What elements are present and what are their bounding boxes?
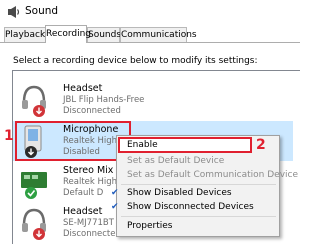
annotation-step-2: 2 (256, 137, 266, 153)
tab-playback[interactable]: Playback (4, 27, 46, 42)
device-name: Headset (63, 206, 103, 217)
device-status: Disconnected (63, 106, 121, 116)
menu-item-set-default-communication-device[interactable]: Set as Default Communication Device (127, 170, 298, 180)
menu-separator (121, 184, 276, 185)
instruction-text: Select a recording device below to modif… (13, 56, 258, 66)
window-title: Sound (25, 5, 59, 17)
device-name: Stereo Mix (63, 165, 114, 176)
menu-item-properties[interactable]: Properties (127, 221, 172, 231)
checkmark-icon: ✔ (111, 188, 119, 198)
menu-item-show-disabled-devices[interactable]: Show Disabled Devices (127, 188, 232, 198)
tab-sounds[interactable]: Sounds (87, 27, 121, 42)
device-description: JBL Flip Hands-Free (63, 95, 145, 105)
title-bar: Sound (0, 0, 300, 24)
checkmark-icon: ✔ (111, 202, 119, 212)
menu-item-enable[interactable]: Enable (127, 140, 158, 150)
menu-item-set-default-device[interactable]: Set as Default Device (127, 156, 224, 166)
device-status: Disconnected (63, 229, 121, 239)
menu-item-show-disconnected-devices[interactable]: Show Disconnected Devices (127, 202, 254, 212)
annotation-highlight-microphone (15, 121, 131, 161)
tab-recording[interactable]: Recording (45, 25, 91, 43)
device-row-headset-jbl[interactable]: Headset JBL Flip Hands-Free Disconnected (13, 80, 293, 120)
device-status: Default D (63, 188, 104, 198)
headset-icon (22, 208, 46, 240)
sound-card-icon (21, 172, 47, 199)
speaker-icon (8, 6, 20, 18)
tab-communications[interactable]: Communications (120, 27, 197, 42)
menu-separator (121, 216, 276, 217)
device-name: Headset (63, 83, 103, 94)
annotation-step-1: 1 (4, 128, 14, 144)
headset-icon (22, 85, 46, 117)
